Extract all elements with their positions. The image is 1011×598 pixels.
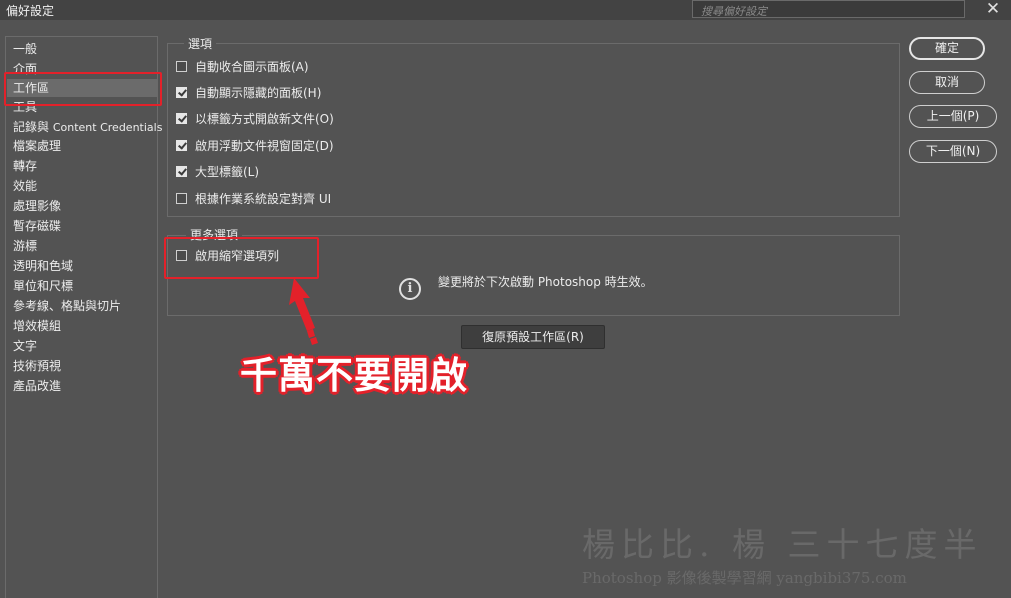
option-label: 啟用浮動文件視窗固定(D) [195,139,334,153]
option-auto-collapse-icon-panels[interactable]: 自動收合圖示面板(A) [176,58,309,76]
option-label: 大型標籤(L) [195,165,260,179]
watermark-line-1: 楊比比. 楊 三十七度半 [582,525,983,564]
checkbox-checked[interactable] [176,87,187,98]
checkbox-checked[interactable] [176,140,187,151]
sidebar-item-general[interactable]: 一般 [13,40,37,58]
sidebar-item-cursors[interactable]: 游標 [13,237,37,255]
search-preferences-input[interactable]: 搜尋偏好設定 [692,0,965,18]
cancel-button[interactable]: 取消 [909,71,985,94]
options-group-title: 選項 [184,35,217,52]
sidebar-item-product-improvement[interactable]: 產品改進 [13,377,61,395]
restore-default-workspaces-button[interactable]: 復原預設工作區(R) [461,325,605,349]
option-label: 自動顯示隱藏的面板(H) [195,86,322,100]
narrow-option-highlight-box [164,237,319,279]
restart-notice-text: 變更將於下次啟動 Photoshop 時生效。 [438,275,653,289]
next-button[interactable]: 下一個(N) [909,140,997,163]
dialog-title: 偏好設定 [6,4,55,18]
sidebar-item-units-rulers[interactable]: 單位和尺標 [13,277,73,295]
option-open-documents-as-tabs[interactable]: 以標籤方式開啟新文件(O) [176,110,334,128]
sidebar-nav: 一般 介面 工作區 工具 記錄與 Content Credentials 檔案處… [5,36,162,598]
sidebar-item-file-handling[interactable]: 檔案處理 [13,137,61,155]
option-large-tabs[interactable]: 大型標籤(L) [176,163,259,181]
option-label: 根據作業系統設定對齊 UI [195,192,332,206]
sidebar-item-guides-grid-slices[interactable]: 參考線、格點與切片 [13,297,121,315]
checkbox-unchecked[interactable] [176,193,187,204]
sidebar-item-performance[interactable]: 效能 [13,177,37,195]
option-label: 自動收合圖示面板(A) [195,60,309,74]
sidebar-item-scratch-disks[interactable]: 暫存磁碟 [13,217,61,235]
preferences-dialog: 偏好設定 搜尋偏好設定 ✕ 一般 介面 工作區 工具 記錄與 Content C… [0,0,1011,598]
option-floating-document-docking[interactable]: 啟用浮動文件視窗固定(D) [176,137,334,155]
sidebar-item-transparency-gamut[interactable]: 透明和色域 [13,257,73,275]
warning-callout-text: 千萬不要開啟 [240,354,468,397]
sidebar-item-export[interactable]: 轉存 [13,157,37,175]
sidebar-item-label: 記錄與 [13,120,50,134]
watermark-line-2: Photoshop 影像後製學習網 yangbibi375.com [582,569,907,587]
prev-button[interactable]: 上一個(P) [909,105,997,128]
checkbox-checked[interactable] [176,166,187,177]
red-arrow-icon [289,278,318,345]
option-label: 以標籤方式開啟新文件(O) [195,112,334,126]
title-bar: 偏好設定 搜尋偏好設定 ✕ [0,0,1011,20]
close-icon[interactable]: ✕ [983,0,1003,19]
sidebar-item-history-content-credentials[interactable]: 記錄與 Content Credentials [13,118,162,136]
option-auto-show-hidden-panels[interactable]: 自動顯示隱藏的面板(H) [176,84,321,102]
workspace-highlight-box [4,72,162,106]
option-align-ui-to-os[interactable]: 根據作業系統設定對齊 UI [176,190,331,208]
checkbox-checked[interactable] [176,113,187,124]
sidebar-item-technology-previews[interactable]: 技術預視 [13,357,61,375]
sidebar-item-type[interactable]: 文字 [13,337,37,355]
sidebar-item-plugins[interactable]: 增效模組 [13,317,61,335]
sidebar-item-image-processing[interactable]: 處理影像 [13,197,61,215]
ok-button[interactable]: 確定 [909,37,985,60]
checkbox-unchecked[interactable] [176,61,187,72]
sidebar-item-label-suffix: Content Credentials [52,121,163,134]
info-icon: i [399,278,421,300]
